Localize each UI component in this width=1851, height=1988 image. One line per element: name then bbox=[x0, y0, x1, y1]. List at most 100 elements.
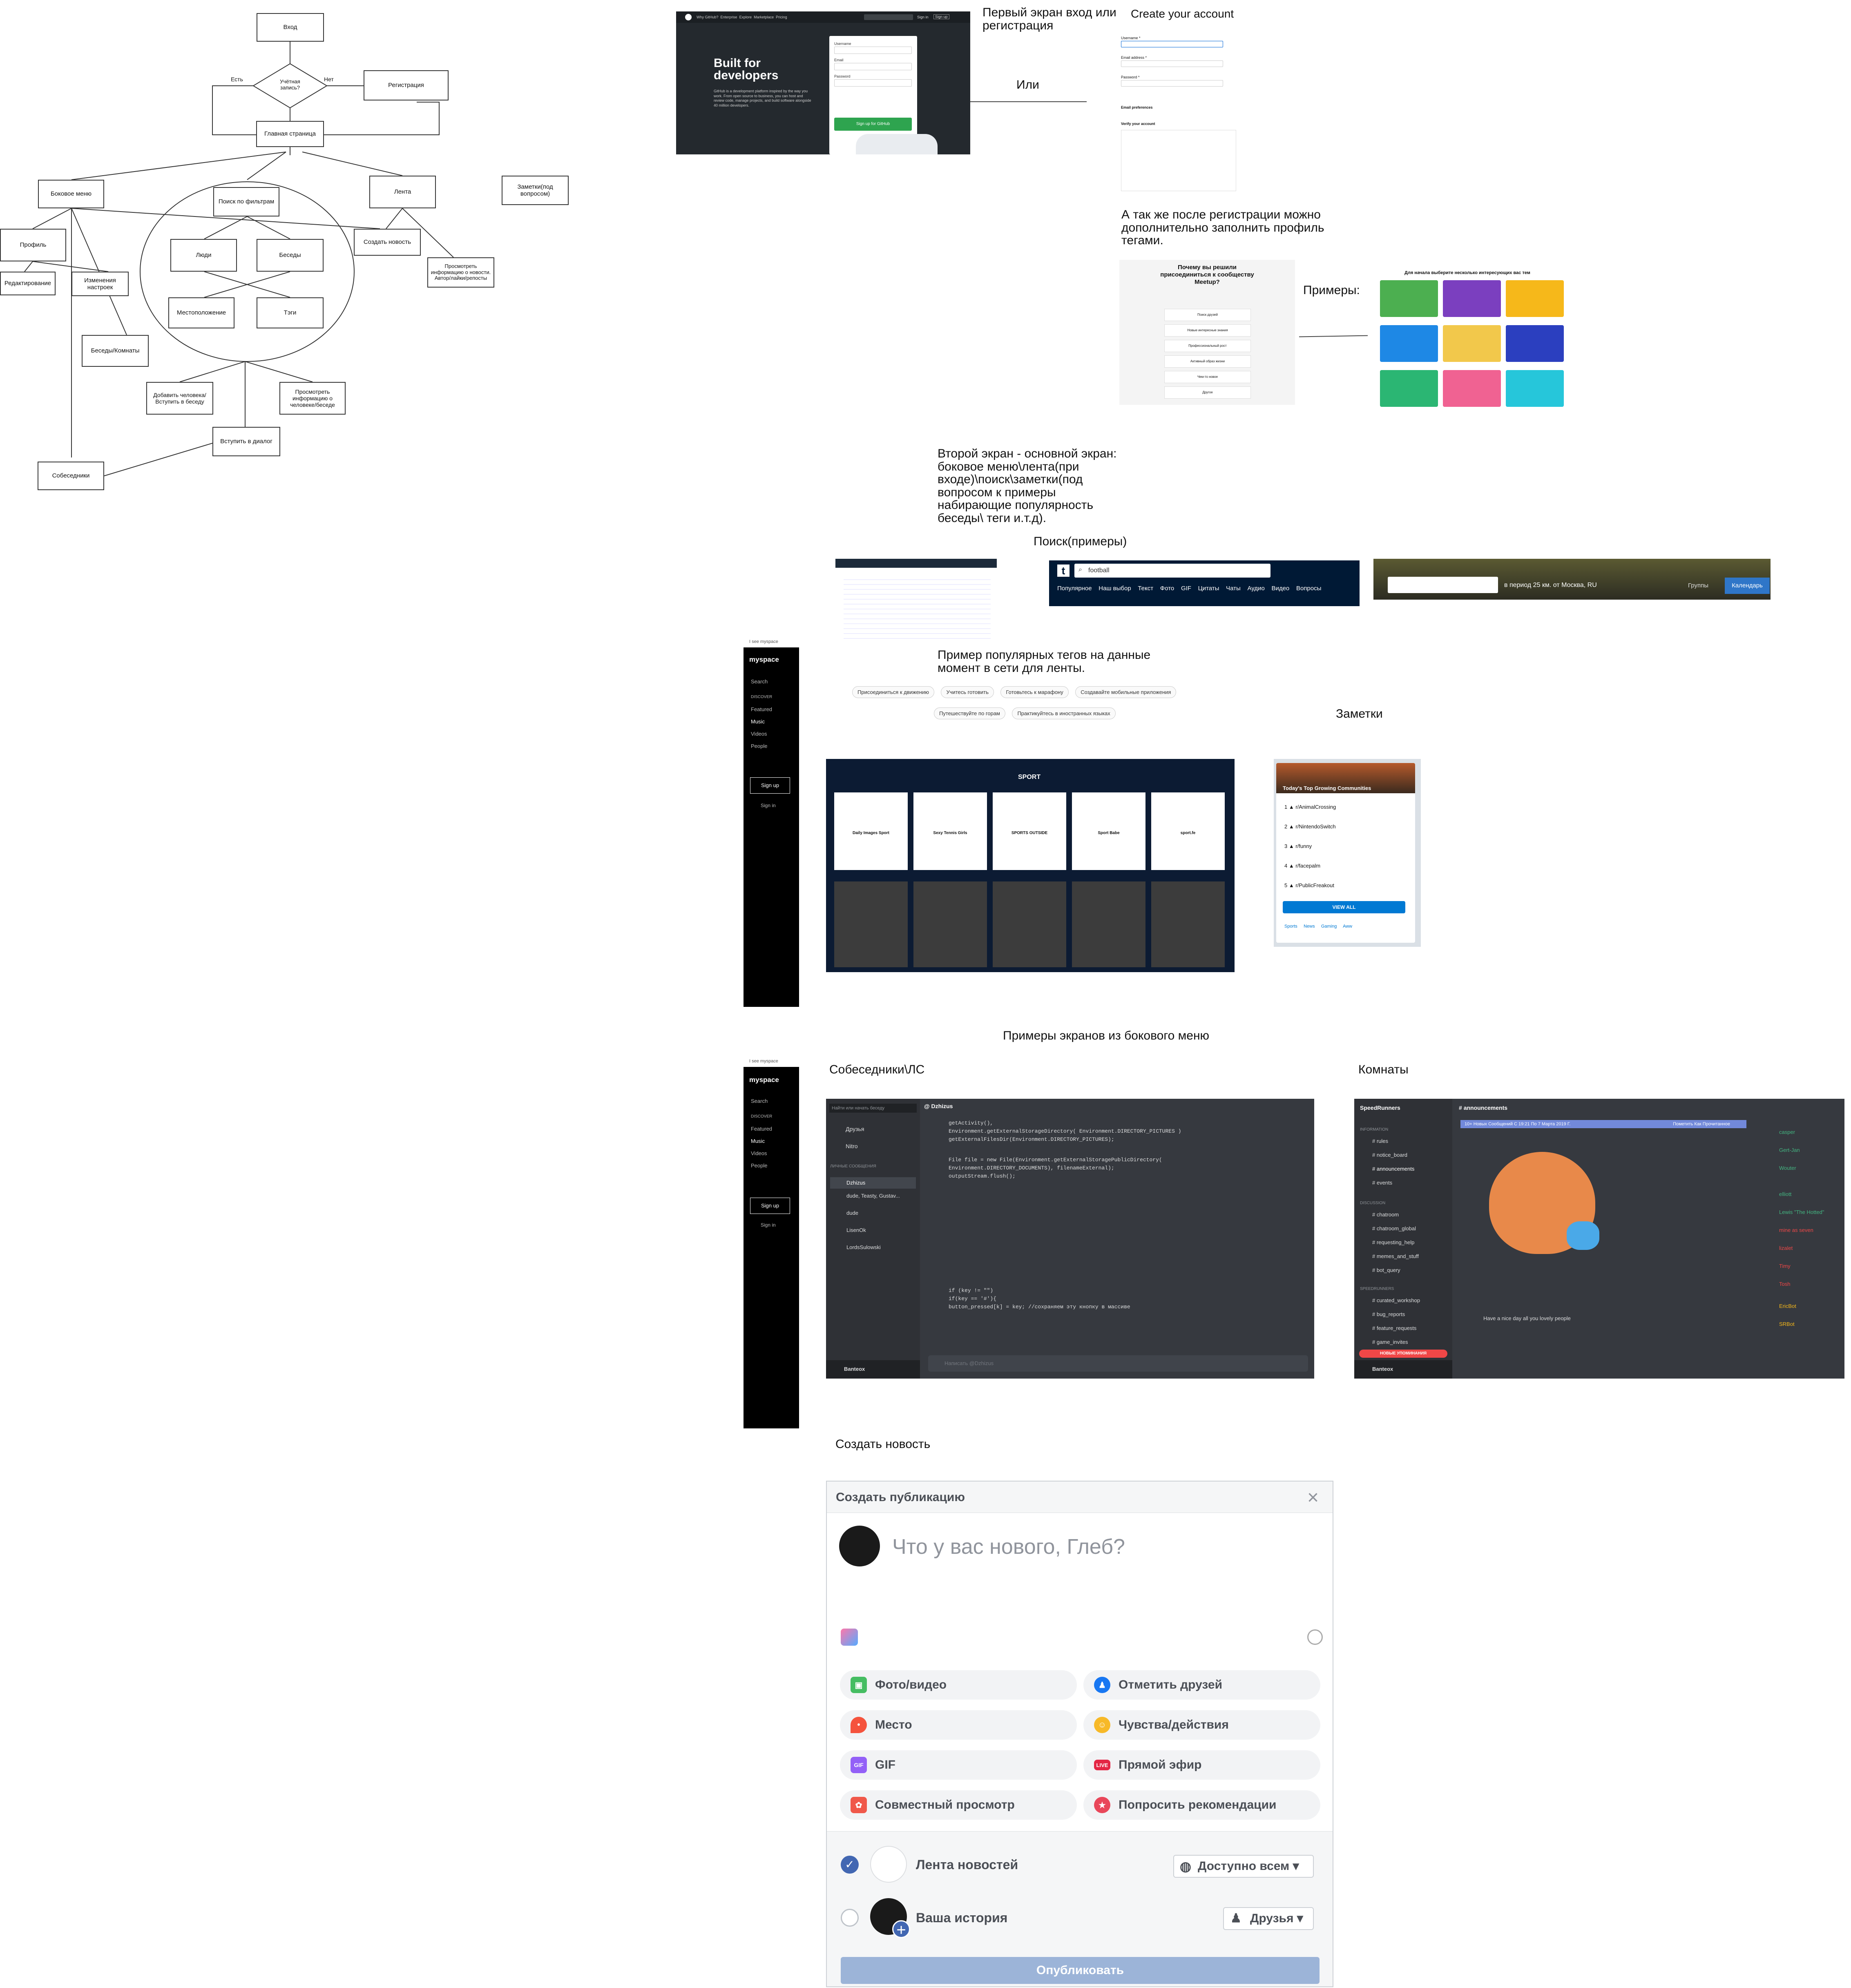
ca-password-input[interactable] bbox=[1121, 80, 1223, 87]
meetup-option[interactable]: Новые интересные знания bbox=[1164, 324, 1251, 337]
fb-watch-party-option[interactable]: ✿ Совместный просмотр bbox=[840, 1790, 1077, 1820]
myspace-search[interactable]: Search bbox=[751, 678, 768, 685]
github-signup-button[interactable]: Sign up for GitHub bbox=[834, 118, 912, 131]
fb-photo-video-option[interactable]: ▣ Фото/видео bbox=[840, 1670, 1077, 1700]
dm-nitro[interactable]: Nitro bbox=[846, 1143, 858, 1149]
member[interactable]: Wouter bbox=[1763, 1159, 1840, 1177]
myspace-signup-button[interactable]: Sign up bbox=[750, 1198, 790, 1214]
member[interactable]: Lewis "The Hotted" bbox=[1763, 1203, 1840, 1221]
rooms-channel[interactable]: # notice_board bbox=[1372, 1152, 1407, 1158]
meetup-option[interactable]: Чем-то новое bbox=[1164, 371, 1251, 383]
tumblr-tab[interactable]: Видео bbox=[1271, 585, 1289, 592]
nav-item[interactable]: Pricing bbox=[776, 15, 787, 19]
reddit-row[interactable]: 3 ▲ r/funny bbox=[1284, 843, 1312, 849]
rooms-channel[interactable]: # events bbox=[1372, 1180, 1392, 1186]
reddit-row[interactable]: 2 ▲ r/NintendoSwitch bbox=[1284, 823, 1336, 830]
username-input[interactable] bbox=[834, 47, 912, 54]
sport-card[interactable]: SPORTS OUTSIDE bbox=[993, 792, 1066, 870]
reddit-row[interactable]: 5 ▲ r/PublicFreakout bbox=[1284, 882, 1334, 888]
myspace-item-featured[interactable]: Featured bbox=[751, 1126, 772, 1132]
meetup-option[interactable]: Активный образ жизни bbox=[1164, 355, 1251, 368]
rooms-channel[interactable]: # curated_workshop bbox=[1372, 1297, 1420, 1303]
tumblr-search-input[interactable]: ⌕ football bbox=[1074, 564, 1270, 578]
fb-recommendations-option[interactable]: ★ Попросить рекомендации bbox=[1083, 1790, 1320, 1820]
sport-card[interactable]: Daily Images Sport bbox=[834, 792, 908, 870]
rooms-channel[interactable]: # chatroom bbox=[1372, 1212, 1399, 1218]
fb-live-option[interactable]: LIVE Прямой эфир bbox=[1083, 1750, 1320, 1780]
rooms-channel[interactable]: # rules bbox=[1372, 1138, 1388, 1144]
fb-feeling-option[interactable]: ☺ Чувства/действия bbox=[1083, 1710, 1320, 1740]
interest-tile[interactable] bbox=[1380, 370, 1438, 407]
member[interactable]: SRBot bbox=[1763, 1315, 1840, 1333]
tumblr-tab[interactable]: Наш выбор bbox=[1099, 585, 1131, 592]
dm-contact[interactable]: Dzhizus bbox=[830, 1177, 916, 1189]
ca-username-input[interactable] bbox=[1121, 41, 1223, 47]
reddit-tag[interactable]: Sports bbox=[1284, 924, 1297, 929]
myspace-item-videos[interactable]: Videos bbox=[751, 731, 767, 737]
vk-search-input[interactable] bbox=[1388, 577, 1498, 593]
tag-pill[interactable]: Присоединиться к движению bbox=[852, 686, 934, 698]
fb-gif-option[interactable]: GIF GIF bbox=[840, 1750, 1077, 1780]
tumblr-tab[interactable]: Популярное bbox=[1057, 585, 1092, 592]
dm-friends[interactable]: Друзья bbox=[846, 1126, 864, 1132]
fb-location-option[interactable]: • Место bbox=[840, 1710, 1077, 1740]
interest-tile[interactable] bbox=[1380, 280, 1438, 317]
tumblr-tab[interactable]: Цитаты bbox=[1198, 585, 1219, 592]
tumblr-tab[interactable]: Аудио bbox=[1247, 585, 1264, 592]
email-input[interactable] bbox=[834, 63, 912, 70]
tumblr-tab[interactable]: Фото bbox=[1160, 585, 1174, 592]
interest-tile[interactable] bbox=[1443, 280, 1501, 317]
github-signup-link[interactable]: Sign up bbox=[933, 14, 949, 19]
myspace-signup-button[interactable]: Sign up bbox=[750, 777, 790, 794]
myspace-item-music[interactable]: Music bbox=[751, 1138, 765, 1144]
interest-tile[interactable] bbox=[1506, 325, 1564, 362]
background-picker-icon[interactable] bbox=[841, 1629, 858, 1646]
password-input[interactable] bbox=[834, 79, 912, 87]
visibility-dropdown[interactable]: ◍ Доступно всем ▾ bbox=[1173, 1855, 1314, 1878]
member[interactable]: Tosh bbox=[1763, 1275, 1840, 1293]
close-icon[interactable]: × bbox=[1307, 1486, 1319, 1509]
reddit-view-all-button[interactable]: VIEW ALL bbox=[1283, 901, 1405, 913]
news-feed-checkbox[interactable]: ✓ bbox=[841, 1856, 859, 1874]
dm-search-input[interactable]: Найти или начать беседу bbox=[829, 1104, 917, 1113]
rooms-channel[interactable]: # chatroom_global bbox=[1372, 1225, 1416, 1232]
reddit-tag[interactable]: Aww bbox=[1343, 924, 1352, 929]
member[interactable]: lizalet bbox=[1763, 1239, 1840, 1257]
rooms-server-name[interactable]: SpeedRunners bbox=[1360, 1104, 1400, 1111]
rooms-channel[interactable]: # game_invites bbox=[1372, 1339, 1408, 1345]
reddit-row[interactable]: 4 ▲ r/facepalm bbox=[1284, 863, 1320, 869]
member[interactable]: elliott bbox=[1763, 1185, 1840, 1203]
publish-button[interactable]: Опубликовать bbox=[841, 1957, 1320, 1984]
rooms-channel[interactable]: # requesting_help bbox=[1372, 1239, 1414, 1245]
member[interactable]: mine as seven bbox=[1763, 1221, 1840, 1239]
ca-email-input[interactable] bbox=[1121, 60, 1223, 67]
github-signin-link[interactable]: Sign in bbox=[917, 15, 929, 19]
dm-contact[interactable]: LordsSulowski bbox=[830, 1244, 881, 1250]
rooms-channel[interactable]: # bot_query bbox=[1372, 1267, 1400, 1273]
myspace-signin-link[interactable]: Sign in bbox=[761, 1222, 776, 1228]
fb-post-input[interactable]: Что у вас нового, Глеб? bbox=[892, 1535, 1125, 1559]
tag-pill[interactable]: Готовьтесь к марафону bbox=[1000, 686, 1069, 698]
myspace-item-music[interactable]: Music bbox=[751, 718, 765, 725]
reddit-tag[interactable]: Gaming bbox=[1321, 924, 1337, 929]
nav-item[interactable]: Marketplace bbox=[754, 15, 774, 19]
tag-pill[interactable]: Создавайте мобильные приложения bbox=[1075, 686, 1177, 698]
tumblr-tab[interactable]: Чаты bbox=[1226, 585, 1241, 592]
reddit-tag[interactable]: News bbox=[1304, 924, 1315, 929]
interest-tile[interactable] bbox=[1443, 370, 1501, 407]
nav-item[interactable]: Explore bbox=[739, 15, 752, 19]
rooms-new-mentions[interactable]: НОВЫЕ УПОМИНАНИЯ bbox=[1359, 1350, 1447, 1358]
rooms-channel[interactable]: # bug_reports bbox=[1372, 1311, 1405, 1317]
rooms-channel[interactable]: # announcements bbox=[1372, 1166, 1414, 1172]
tumblr-tab[interactable]: GIF bbox=[1181, 585, 1191, 592]
rooms-channel[interactable]: # memes_and_stuff bbox=[1372, 1253, 1419, 1259]
vk-groups-tab[interactable]: Группы bbox=[1676, 578, 1721, 594]
rooms-mark-read[interactable]: Пометить Как Прочитанное bbox=[1673, 1120, 1730, 1128]
meetup-option[interactable]: Профессиональный рост bbox=[1164, 340, 1251, 352]
dm-contact[interactable]: LisenOk bbox=[830, 1227, 866, 1233]
member[interactable]: Gert-Jan bbox=[1763, 1141, 1840, 1159]
rooms-banner[interactable]: 10+ Новых Сообщений С 19:21 По 7 Марта 2… bbox=[1460, 1120, 1746, 1128]
nav-item[interactable]: Enterprise bbox=[721, 15, 737, 19]
interest-tile[interactable] bbox=[1380, 325, 1438, 362]
sport-card[interactable]: sport.fe bbox=[1151, 792, 1225, 870]
